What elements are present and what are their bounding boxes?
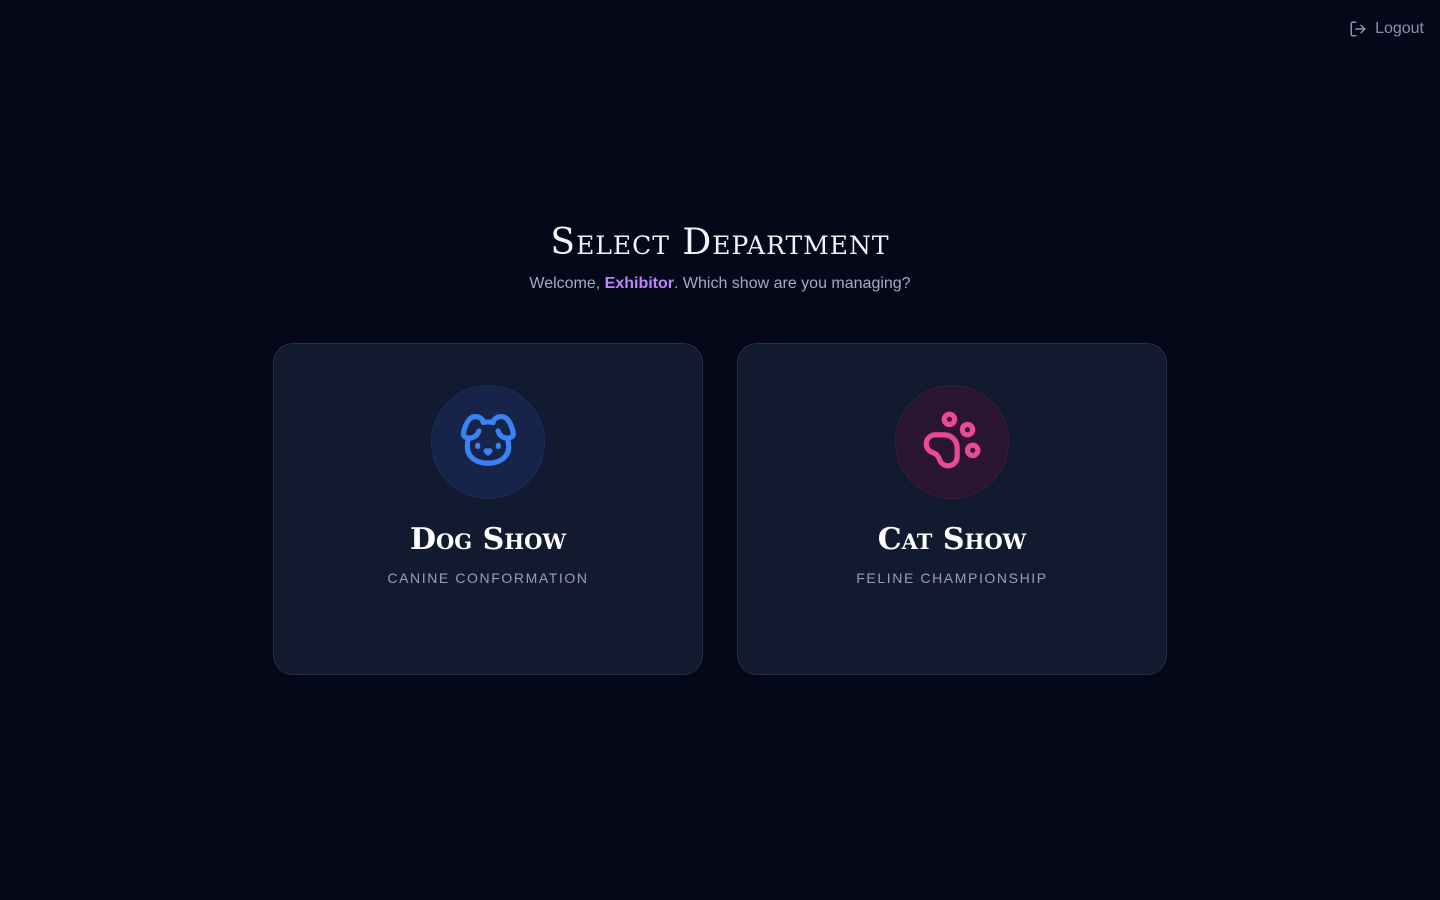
dog-icon-badge bbox=[431, 385, 545, 499]
department-select-page: Logout Select Department Welcome, Exhibi… bbox=[0, 0, 1440, 900]
welcome-message: Welcome, Exhibitor. Which show are you m… bbox=[0, 273, 1440, 295]
cat-show-title: Cat Show bbox=[877, 522, 1027, 557]
dog-show-card[interactable]: Dog Show CANINE CONFORMATION bbox=[273, 343, 703, 675]
paw-icon bbox=[921, 409, 983, 476]
logout-icon bbox=[1349, 20, 1367, 38]
welcome-prefix: Welcome, bbox=[529, 275, 605, 292]
user-name: Exhibitor bbox=[604, 275, 675, 292]
cat-icon-badge bbox=[895, 385, 1009, 499]
logout-button[interactable]: Logout bbox=[1349, 18, 1424, 40]
logout-label: Logout bbox=[1375, 20, 1424, 37]
dog-show-title: Dog Show bbox=[409, 522, 567, 557]
dog-icon bbox=[457, 409, 519, 476]
dog-show-subtitle: CANINE CONFORMATION bbox=[387, 570, 589, 586]
cat-show-subtitle: FELINE CHAMPIONSHIP bbox=[856, 570, 1048, 586]
welcome-suffix: . Which show are you managing? bbox=[674, 275, 911, 292]
cat-show-card[interactable]: Cat Show FELINE CHAMPIONSHIP bbox=[737, 343, 1167, 675]
page-title: Select Department bbox=[550, 222, 890, 263]
